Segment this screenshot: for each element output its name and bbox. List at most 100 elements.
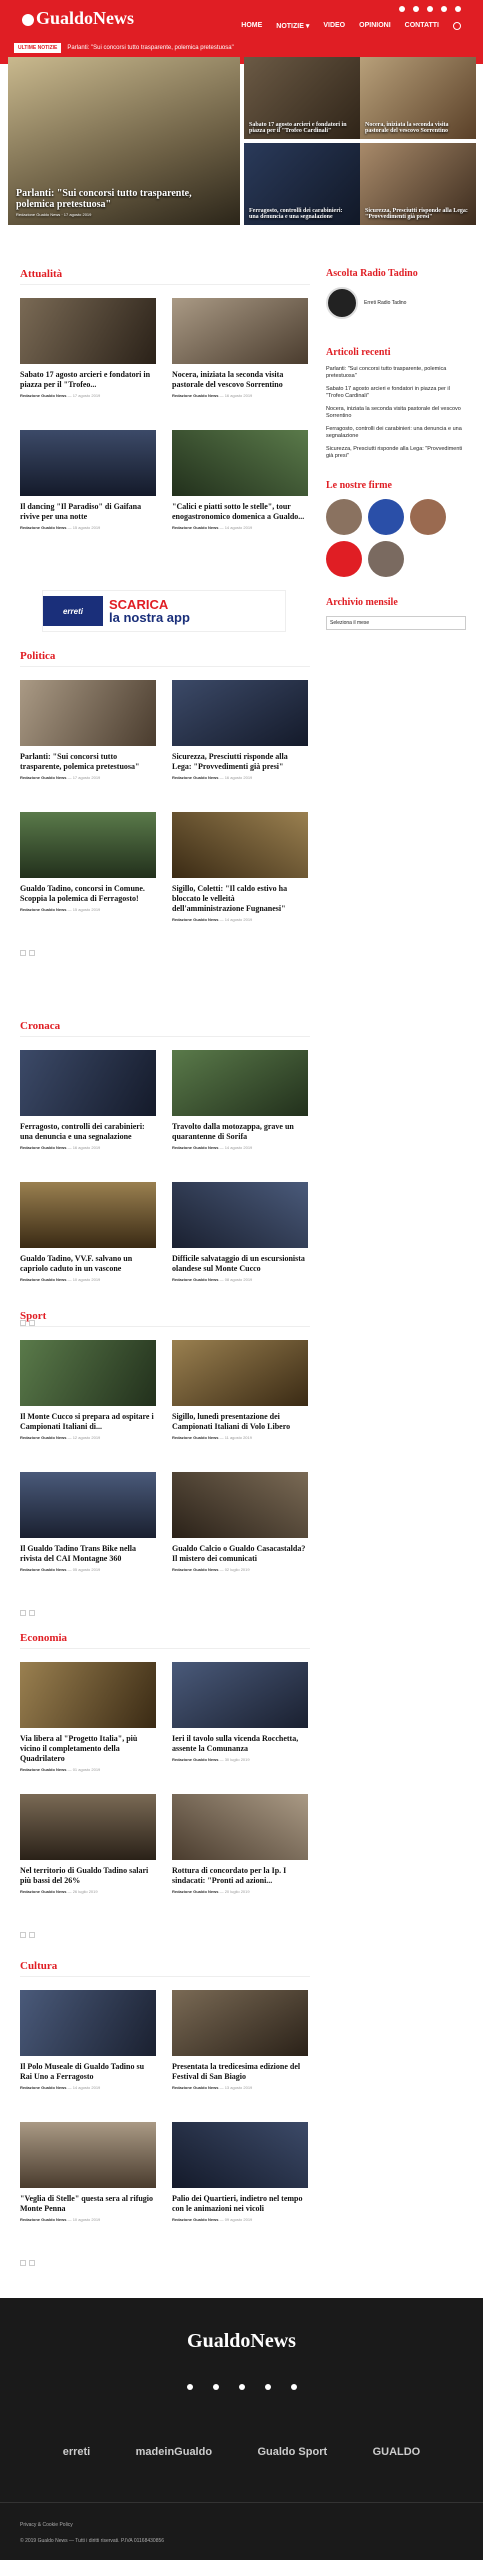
hero-item[interactable]: Sicurezza, Presciutti risponde alla Lega… <box>360 143 476 225</box>
article-title[interactable]: Ferragosto, controlli dei carabinieri: u… <box>20 1122 156 1142</box>
next-arrow-icon[interactable] <box>29 1932 35 1938</box>
section-title[interactable]: Economia <box>20 1632 67 1644</box>
nav-contatti[interactable]: CONTATTI <box>405 22 439 30</box>
section-title[interactable]: Politica <box>20 650 55 662</box>
article-thumbnail[interactable] <box>172 1472 308 1538</box>
article-thumbnail[interactable] <box>20 680 156 746</box>
youtube-icon[interactable] <box>290 2384 297 2390</box>
article-card[interactable]: Il Monte Cucco si prepara ad ospitare i … <box>20 1340 156 1440</box>
article-thumbnail[interactable] <box>20 1050 156 1116</box>
facebook-icon[interactable] <box>399 6 405 12</box>
article-title[interactable]: Sigillo, Coletti: "Il caldo estivo ha bl… <box>172 884 308 914</box>
avatar[interactable] <box>326 541 362 577</box>
nav-home[interactable]: HOME <box>241 22 262 30</box>
article-thumbnail[interactable] <box>172 2122 308 2188</box>
search-icon[interactable] <box>453 22 461 30</box>
article-thumbnail[interactable] <box>172 1794 308 1860</box>
article-thumbnail[interactable] <box>172 1182 308 1248</box>
app-banner[interactable]: erreti SCARICA la nostra app <box>42 590 286 632</box>
article-author[interactable]: Redazione Gualdo News <box>172 917 218 922</box>
hero-item[interactable]: Nocera, iniziata la seconda visita pasto… <box>360 57 476 139</box>
article-card[interactable]: "Veglia di Stelle" questa sera al rifugi… <box>20 2122 156 2222</box>
radio-player[interactable]: Erreti Radio Tadino <box>326 287 466 319</box>
article-card[interactable]: Gualdo Tadino, concorsi in Comune. Scopp… <box>20 812 156 912</box>
article-title[interactable]: Sicurezza, Presciutti risponde alla Lega… <box>172 752 308 772</box>
article-thumbnail[interactable] <box>20 812 156 878</box>
article-title[interactable]: Gualdo Calcio o Gualdo Casacastalda? Il … <box>172 1544 308 1564</box>
article-author[interactable]: Redazione Gualdo News <box>20 2217 66 2222</box>
article-card[interactable]: "Calici e piatti sotto le stelle", tour … <box>172 430 308 530</box>
article-author[interactable]: Redazione Gualdo News <box>20 1145 66 1150</box>
nav-notizie[interactable]: NOTIZIE ▾ <box>276 22 309 30</box>
article-thumbnail[interactable] <box>20 1182 156 1248</box>
article-card[interactable]: Travolto dalla motozappa, grave un quara… <box>172 1050 308 1150</box>
article-card[interactable]: Ieri il tavolo sulla vicenda Rocchetta, … <box>172 1662 308 1762</box>
section-title[interactable]: Cronaca <box>20 1020 60 1032</box>
article-card[interactable]: Sabato 17 agosto arcieri e fondatori in … <box>20 298 156 398</box>
hero-main[interactable]: Parlanti: "Sui concorsi tutto trasparent… <box>8 57 240 225</box>
article-author[interactable]: Redazione Gualdo News <box>20 1767 66 1772</box>
article-card[interactable]: Il Polo Museale di Gualdo Tadino su Rai … <box>20 1990 156 2090</box>
article-title[interactable]: Travolto dalla motozappa, grave un quara… <box>172 1122 308 1142</box>
instagram-icon[interactable] <box>413 6 419 12</box>
article-card[interactable]: Il dancing "Il Paradiso" di Gaifana rivi… <box>20 430 156 530</box>
article-thumbnail[interactable] <box>20 2122 156 2188</box>
policy-link[interactable]: Privacy & Cookie Policy <box>20 2522 73 2528</box>
hero-item[interactable]: Sabato 17 agosto arcieri e fondatori in … <box>244 57 360 139</box>
article-title[interactable]: Rottura di concordato per la Ip. I sinda… <box>172 1866 308 1886</box>
article-title[interactable]: Il Polo Museale di Gualdo Tadino su Rai … <box>20 2062 156 2082</box>
footer-logo[interactable]: GualdoNews <box>0 2330 483 2353</box>
article-thumbnail[interactable] <box>172 1340 308 1406</box>
article-title[interactable]: Sabato 17 agosto arcieri e fondatori in … <box>20 370 156 390</box>
article-author[interactable]: Redazione Gualdo News <box>20 775 66 780</box>
article-author[interactable]: Redazione Gualdo News <box>172 525 218 530</box>
article-card[interactable]: Via libera al "Progetto Italia", più vic… <box>20 1662 156 1772</box>
recent-item[interactable]: Sabato 17 agosto arcieri e fondatori in … <box>326 386 466 400</box>
article-title[interactable]: Presentata la tredicesima edizione del F… <box>172 2062 308 2082</box>
article-title[interactable]: Ieri il tavolo sulla vicenda Rocchetta, … <box>172 1734 308 1754</box>
article-card[interactable]: Il Gualdo Tadino Trans Bike nella rivist… <box>20 1472 156 1572</box>
brand-logo[interactable]: GUALDO <box>373 2446 421 2458</box>
article-card[interactable]: Nel territorio di Gualdo Tadino salari p… <box>20 1794 156 1894</box>
next-arrow-icon[interactable] <box>29 950 35 956</box>
article-title[interactable]: "Veglia di Stelle" questa sera al rifugi… <box>20 2194 156 2214</box>
article-author[interactable]: Redazione Gualdo News <box>20 907 66 912</box>
hero-item[interactable]: Ferragosto, controlli dei carabinieri: u… <box>244 143 360 225</box>
article-author[interactable]: Redazione Gualdo News <box>172 1145 218 1150</box>
article-title[interactable]: Nel territorio di Gualdo Tadino salari p… <box>20 1866 156 1886</box>
brand-logo[interactable]: madeinGualdo <box>136 2446 212 2458</box>
recent-item[interactable]: Nocera, iniziata la seconda visita pasto… <box>326 406 466 420</box>
avatar[interactable] <box>326 499 362 535</box>
prev-arrow-icon[interactable] <box>20 950 26 956</box>
article-card[interactable]: Sigillo, lunedì presentazione dei Campio… <box>172 1340 308 1440</box>
article-author[interactable]: Redazione Gualdo News <box>20 1567 66 1572</box>
article-thumbnail[interactable] <box>172 812 308 878</box>
ticker-text[interactable]: Parlanti: "Sui concorsi tutto trasparent… <box>67 45 233 51</box>
article-author[interactable]: Redazione Gualdo News <box>172 1889 218 1894</box>
prev-arrow-icon[interactable] <box>20 1610 26 1616</box>
article-author[interactable]: Redazione Gualdo News <box>172 393 218 398</box>
article-title[interactable]: Nocera, iniziata la seconda visita pasto… <box>172 370 308 390</box>
article-author[interactable]: Redazione Gualdo News <box>172 1435 218 1440</box>
section-title[interactable]: Attualità <box>20 268 62 280</box>
article-thumbnail[interactable] <box>172 1662 308 1728</box>
article-thumbnail[interactable] <box>172 1050 308 1116</box>
section-title[interactable]: Sport <box>20 1310 46 1322</box>
article-card[interactable]: Gualdo Calcio o Gualdo Casacastalda? Il … <box>172 1472 308 1572</box>
article-author[interactable]: Redazione Gualdo News <box>172 1567 218 1572</box>
article-title[interactable]: Il Monte Cucco si prepara ad ospitare i … <box>20 1412 156 1432</box>
article-title[interactable]: Il dancing "Il Paradiso" di Gaifana rivi… <box>20 502 156 522</box>
recent-item[interactable]: Sicurezza, Presciutti risponde alla Lega… <box>326 446 466 460</box>
article-thumbnail[interactable] <box>20 1340 156 1406</box>
article-thumbnail[interactable] <box>20 298 156 364</box>
avatar[interactable] <box>368 499 404 535</box>
article-card[interactable]: Parlanti: "Sui concorsi tutto trasparent… <box>20 680 156 780</box>
article-thumbnail[interactable] <box>20 1794 156 1860</box>
article-title[interactable]: "Calici e piatti sotto le stelle", tour … <box>172 502 308 522</box>
article-title[interactable]: Sigillo, lunedì presentazione dei Campio… <box>172 1412 308 1432</box>
next-arrow-icon[interactable] <box>29 1610 35 1616</box>
article-thumbnail[interactable] <box>20 430 156 496</box>
article-thumbnail[interactable] <box>172 298 308 364</box>
article-title[interactable]: Gualdo Tadino, concorsi in Comune. Scopp… <box>20 884 156 904</box>
next-arrow-icon[interactable] <box>29 2260 35 2266</box>
